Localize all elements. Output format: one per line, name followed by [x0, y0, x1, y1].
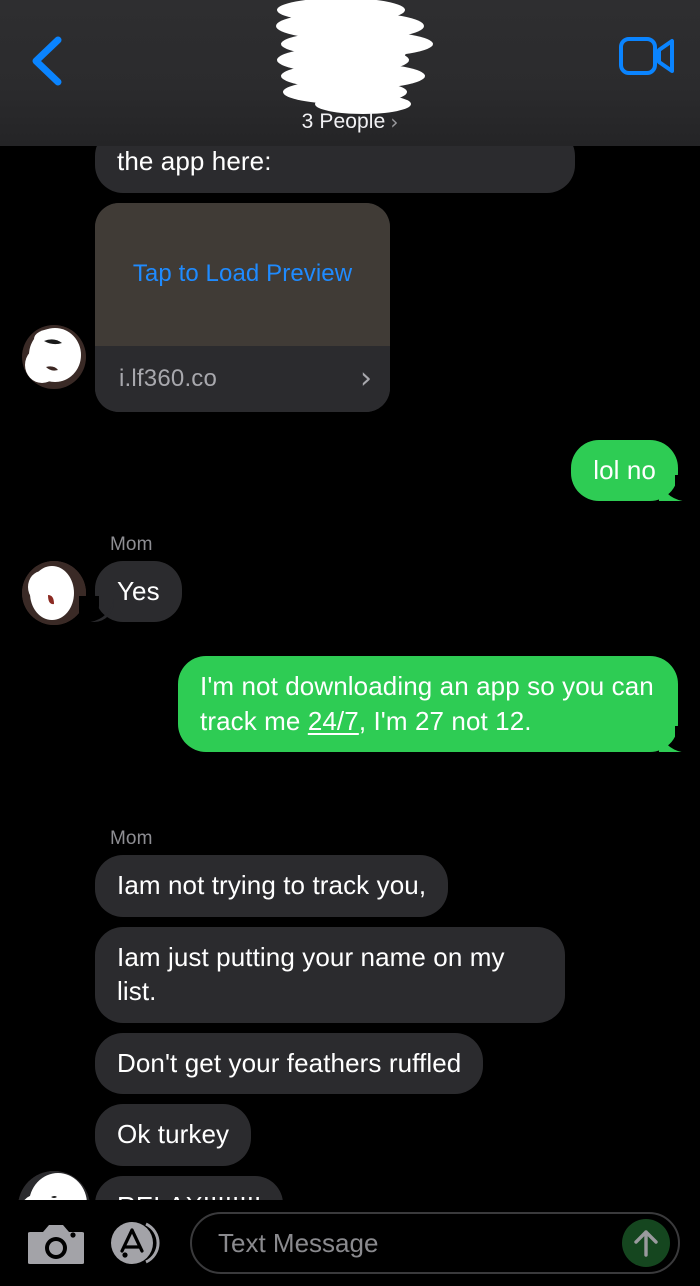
- message-row: Tap to Load Preview i.lf360.co ›: [0, 202, 700, 412]
- message-text: Iam just putting your name on my list.: [117, 941, 505, 1007]
- message-row: Iam just putting your name on my list.: [0, 926, 700, 1023]
- message-bubble-outgoing[interactable]: lol no: [571, 439, 695, 502]
- message-bubble-outgoing[interactable]: I'm not downloading an app so you can tr…: [178, 656, 695, 753]
- sender-name-label: Mom: [110, 828, 153, 850]
- participants-row[interactable]: 3 People ›: [0, 110, 700, 134]
- message-row: Mom Yes: [0, 533, 700, 625]
- link-preview-footer[interactable]: i.lf360.co ›: [95, 345, 390, 412]
- message-text: Yes: [117, 575, 160, 606]
- tap-to-load-preview-label[interactable]: Tap to Load Preview: [133, 260, 352, 288]
- chevron-right-icon: ›: [390, 110, 399, 134]
- message-row: lol no: [0, 439, 700, 516]
- redacted-scribble-icon: [25, 327, 81, 383]
- send-button[interactable]: [622, 1219, 670, 1267]
- messages-screen: the app here: Tap to Load Preview i.lf36…: [0, 0, 700, 1286]
- redacted-scribble-icon: [22, 560, 86, 625]
- arrow-up-icon: [634, 1230, 658, 1257]
- message-row: Don't get your feathers ruffled: [0, 1032, 700, 1095]
- message-text: Iam not trying to track you,: [117, 870, 427, 901]
- message-bubble-incoming[interactable]: Yes: [79, 560, 182, 623]
- message-bubble-incoming[interactable]: Iam not trying to track you,: [95, 855, 449, 917]
- message-row: Ok turkey: [0, 1104, 700, 1167]
- sender-name-label: Mom: [110, 533, 153, 555]
- video-camera-icon: [619, 37, 674, 75]
- conversation-thread[interactable]: the app here: Tap to Load Preview i.lf36…: [0, 0, 700, 1286]
- message-row: I'm not downloading an app so you can tr…: [0, 656, 700, 806]
- message-text: lol no: [593, 454, 656, 485]
- app-store-icon: [111, 1222, 160, 1264]
- message-bubble-incoming[interactable]: Don't get your feathers ruffled: [95, 1032, 484, 1095]
- detected-data-link[interactable]: 24/7: [308, 706, 359, 736]
- conversation-header: 3 People ›: [0, 0, 700, 146]
- text-message-field-wrapper[interactable]: [190, 1212, 680, 1274]
- message-text: Ok turkey: [117, 1119, 230, 1150]
- message-text: Don't get your feathers ruffled: [117, 1047, 462, 1078]
- facetime-button[interactable]: [618, 32, 676, 80]
- conversation-title-button[interactable]: 3 People ›: [0, 0, 700, 146]
- camera-button[interactable]: [27, 1219, 85, 1267]
- message-bubble-incoming[interactable]: Ok turkey: [95, 1104, 252, 1167]
- link-preview-card[interactable]: Tap to Load Preview i.lf360.co ›: [95, 202, 390, 412]
- message-row: Mom Iam not trying to track you,: [0, 828, 700, 917]
- avatar[interactable]: [22, 324, 86, 389]
- message-input-toolbar: [0, 1200, 700, 1286]
- message-bubble-incoming[interactable]: Iam just putting your name on my list.: [95, 926, 565, 1023]
- participants-label: 3 People: [301, 110, 386, 133]
- app-store-button[interactable]: [106, 1217, 168, 1269]
- message-text: the app here:: [117, 146, 272, 176]
- avatar[interactable]: [22, 560, 86, 625]
- message-text-after: , I'm 27 not 12.: [358, 705, 532, 736]
- camera-icon: [27, 1225, 85, 1264]
- chevron-right-icon[interactable]: ›: [360, 363, 372, 394]
- redacted-group-avatar: [276, 0, 433, 114]
- text-message-input[interactable]: [218, 1227, 622, 1259]
- link-preview-thumbnail[interactable]: Tap to Load Preview: [95, 202, 390, 346]
- link-domain-label: i.lf360.co: [119, 364, 218, 392]
